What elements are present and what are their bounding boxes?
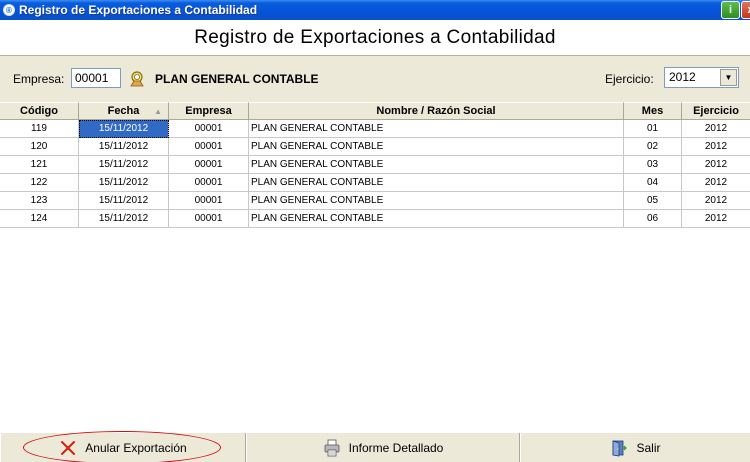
cell-ejercicio[interactable]: 2012 [682, 156, 750, 174]
table-row[interactable]: 124 15/11/2012 00001 PLAN GENERAL CONTAB… [0, 210, 750, 228]
col-header-fecha[interactable]: Fecha ▲ [79, 102, 169, 120]
chevron-down-icon[interactable]: ▼ [720, 69, 737, 86]
exports-grid: Código Fecha ▲ Empresa Nombre / Razón So… [0, 102, 750, 432]
empresa-name: PLAN GENERAL CONTABLE [155, 72, 319, 86]
ejercicio-select[interactable]: 2012 ▼ [664, 67, 739, 88]
cell-mes[interactable]: 02 [624, 138, 682, 156]
cell-mes[interactable]: 03 [624, 156, 682, 174]
cell-mes[interactable]: 01 [624, 120, 682, 138]
cell-nombre[interactable]: PLAN GENERAL CONTABLE [249, 120, 624, 138]
close-button[interactable]: x [741, 1, 750, 19]
anular-exportacion-label: Anular Exportación [85, 441, 187, 455]
col-header-nombre[interactable]: Nombre / Razón Social [249, 102, 624, 120]
cell-fecha[interactable]: 15/11/2012 [79, 210, 169, 228]
cell-empresa[interactable]: 00001 [169, 174, 249, 192]
exit-door-icon [613, 440, 628, 457]
col-header-mes[interactable]: Mes [624, 102, 682, 120]
window-titlebar: ® Registro de Exportaciones a Contabilid… [0, 0, 750, 20]
cell-mes[interactable]: 05 [624, 192, 682, 210]
cell-fecha[interactable]: 15/11/2012 [79, 174, 169, 192]
table-row[interactable]: 120 15/11/2012 00001 PLAN GENERAL CONTAB… [0, 138, 750, 156]
empresa-label: Empresa: [13, 72, 65, 86]
cell-codigo[interactable]: 124 [0, 210, 79, 228]
printer-icon [324, 439, 340, 457]
cell-codigo[interactable]: 119 [0, 120, 79, 138]
search-icon[interactable] [128, 70, 146, 88]
cell-ejercicio[interactable]: 2012 [682, 192, 750, 210]
cell-codigo[interactable]: 123 [0, 192, 79, 210]
window-title: Registro de Exportaciones a Contabilidad [19, 3, 258, 17]
cell-ejercicio[interactable]: 2012 [682, 174, 750, 192]
table-row[interactable]: 119 15/11/2012 00001 PLAN GENERAL CONTAB… [0, 120, 750, 138]
cell-empresa[interactable]: 00001 [169, 120, 249, 138]
col-header-ejercicio[interactable]: Ejercicio [682, 102, 750, 120]
cell-fecha[interactable]: 15/11/2012 [79, 156, 169, 174]
cell-empresa[interactable]: 00001 [169, 192, 249, 210]
cell-codigo[interactable]: 121 [0, 156, 79, 174]
cell-fecha[interactable]: 15/11/2012 [79, 138, 169, 156]
cell-nombre[interactable]: PLAN GENERAL CONTABLE [249, 192, 624, 210]
cell-ejercicio[interactable]: 2012 [682, 138, 750, 156]
sort-asc-icon: ▲ [154, 107, 162, 116]
salir-label: Salir [636, 441, 661, 455]
informe-detallado-button[interactable]: Informe Detallado [246, 433, 520, 462]
info-button[interactable]: i [721, 1, 740, 19]
filter-row: Empresa: 00001 PLAN GENERAL CONTABLE Eje… [0, 56, 750, 102]
cell-mes[interactable]: 04 [624, 174, 682, 192]
empresa-input[interactable]: 00001 [71, 68, 121, 88]
cell-codigo[interactable]: 120 [0, 138, 79, 156]
cell-empresa[interactable]: 00001 [169, 138, 249, 156]
salir-button[interactable]: Salir [520, 433, 750, 462]
informe-detallado-label: Informe Detallado [348, 441, 444, 455]
page-title: Registro de Exportaciones a Contabilidad [194, 26, 556, 48]
ejercicio-label: Ejercicio: [605, 72, 654, 86]
col-header-fecha-label: Fecha [107, 105, 140, 117]
cell-nombre[interactable]: PLAN GENERAL CONTABLE [249, 156, 624, 174]
cell-fecha[interactable]: 15/11/2012 [79, 192, 169, 210]
cell-nombre[interactable]: PLAN GENERAL CONTABLE [249, 138, 624, 156]
ejercicio-value: 2012 [669, 70, 696, 84]
table-row[interactable]: 121 15/11/2012 00001 PLAN GENERAL CONTAB… [0, 156, 750, 174]
cell-ejercicio[interactable]: 2012 [682, 120, 750, 138]
cell-nombre[interactable]: PLAN GENERAL CONTABLE [249, 210, 624, 228]
cell-empresa[interactable]: 00001 [169, 210, 249, 228]
table-row[interactable]: 123 15/11/2012 00001 PLAN GENERAL CONTAB… [0, 192, 750, 210]
cell-empresa[interactable]: 00001 [169, 156, 249, 174]
bottom-toolbar: Anular Exportación Informe Detallado Sal… [0, 432, 750, 462]
cell-fecha[interactable]: 15/11/2012 [79, 120, 169, 138]
table-row[interactable]: 122 15/11/2012 00001 PLAN GENERAL CONTAB… [0, 174, 750, 192]
x-icon [61, 441, 76, 455]
cell-nombre[interactable]: PLAN GENERAL CONTABLE [249, 174, 624, 192]
col-header-codigo[interactable]: Código [0, 102, 79, 120]
col-header-empresa[interactable]: Empresa [169, 102, 249, 120]
grid-header: Código Fecha ▲ Empresa Nombre / Razón So… [0, 102, 750, 120]
app-icon: ® [3, 4, 15, 16]
header-panel: Registro de Exportaciones a Contabilidad [0, 20, 750, 56]
cell-codigo[interactable]: 122 [0, 174, 79, 192]
cell-mes[interactable]: 06 [624, 210, 682, 228]
cell-ejercicio[interactable]: 2012 [682, 210, 750, 228]
anular-exportacion-button[interactable]: Anular Exportación [0, 433, 246, 462]
